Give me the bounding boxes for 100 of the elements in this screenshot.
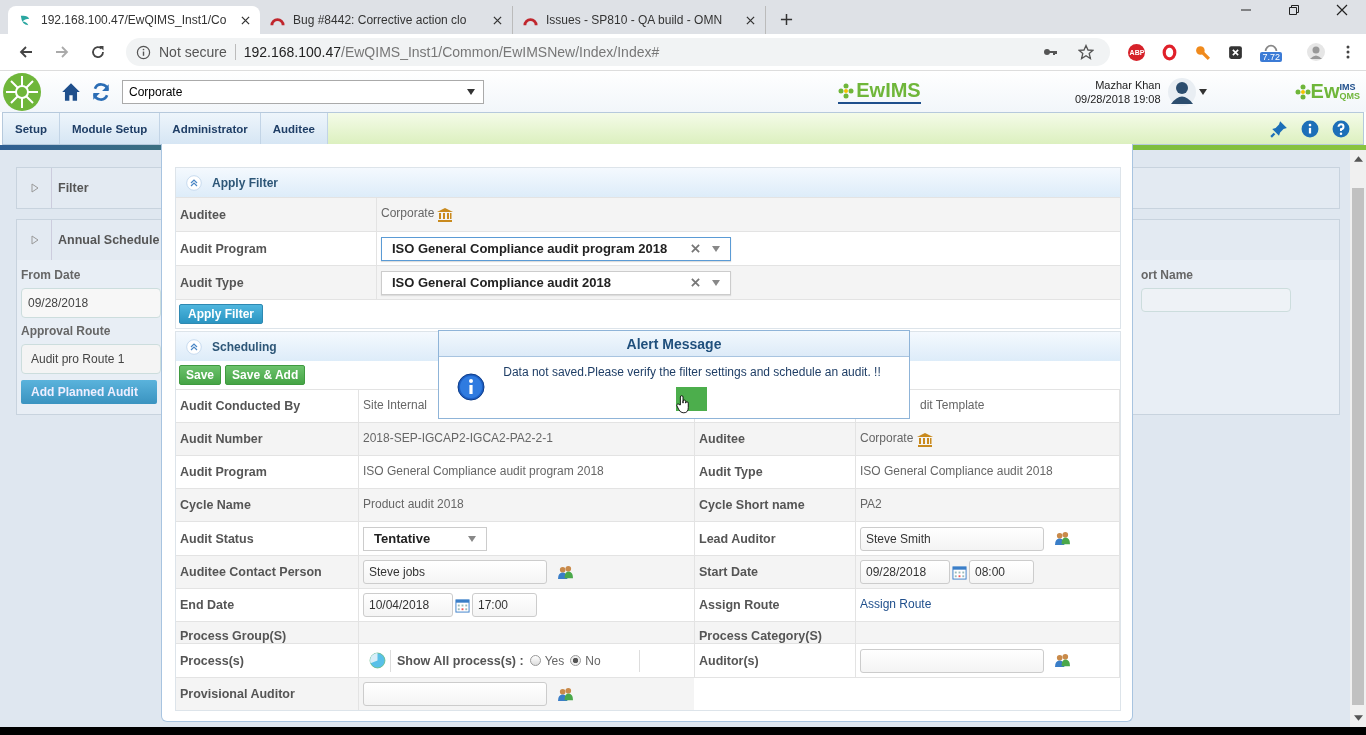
menu-item[interactable]: Administrator bbox=[160, 113, 261, 144]
field-label: Assign Route bbox=[699, 598, 780, 612]
people-icon[interactable] bbox=[1054, 531, 1071, 546]
combo-box[interactable]: ISO General Compliance audit program 2018 bbox=[381, 236, 731, 261]
close-icon[interactable] bbox=[493, 15, 502, 25]
collapse-icon[interactable] bbox=[186, 174, 202, 191]
combo-box[interactable]: ISO General Compliance audit 2018 bbox=[381, 270, 731, 295]
tab-title: Bug #8442: Corrective action clo bbox=[293, 13, 468, 27]
refresh-icon[interactable] bbox=[90, 80, 112, 103]
panel-title: Filter bbox=[51, 168, 89, 208]
field-value: ISO General Compliance audit 2018 bbox=[860, 464, 1053, 478]
people-icon[interactable] bbox=[557, 686, 574, 702]
calendar-icon[interactable] bbox=[952, 564, 967, 580]
restore-icon[interactable] bbox=[1288, 4, 1300, 16]
tab-title: 192.168.100.47/EwQIMS_Inst1/Co bbox=[41, 13, 228, 27]
field-value: Corporate bbox=[381, 206, 435, 220]
close-icon[interactable] bbox=[241, 15, 250, 25]
menu-item[interactable]: Setup bbox=[3, 113, 60, 144]
field-label: Provisional Auditor bbox=[180, 687, 295, 701]
time-field[interactable]: 08:00 bbox=[969, 560, 1034, 584]
caret-icon bbox=[712, 245, 720, 252]
menu-item[interactable]: Auditee bbox=[260, 113, 328, 144]
menu-icon[interactable] bbox=[1346, 44, 1350, 60]
field-value: PA2 bbox=[860, 497, 882, 511]
scrollbar[interactable] bbox=[1350, 150, 1366, 727]
extension-badge: 7.72 bbox=[1260, 51, 1282, 62]
text-field[interactable] bbox=[860, 648, 1044, 673]
field-value: Site Internal bbox=[363, 398, 428, 412]
text-field[interactable] bbox=[363, 682, 547, 706]
radio-caption: Show All process(s) : bbox=[397, 653, 524, 668]
info-icon bbox=[457, 373, 485, 401]
square-x-icon[interactable] bbox=[1227, 43, 1245, 61]
field-label: Audit Program bbox=[180, 241, 267, 256]
collapse-icon[interactable] bbox=[186, 338, 202, 355]
alert-title: Alert Message bbox=[626, 335, 722, 352]
assign-route-link[interactable]: Assign Route bbox=[860, 597, 932, 611]
logo-text: EwIMS bbox=[856, 79, 921, 102]
field-label: Cycle Short name bbox=[699, 498, 805, 512]
radio-button[interactable] bbox=[570, 655, 582, 666]
help-icon[interactable] bbox=[1332, 119, 1350, 138]
text-field[interactable] bbox=[1141, 288, 1291, 312]
close-icon[interactable] bbox=[1336, 4, 1348, 16]
status-select[interactable]: Tentative bbox=[363, 526, 487, 551]
sunburst-logo-icon[interactable] bbox=[2, 71, 42, 112]
address-bar[interactable]: Not secure 192.168.100.47/EwQIMS_Inst1/Common/EwIMSNew/Index/Index# bbox=[126, 38, 1111, 66]
security-label: Not secure bbox=[159, 44, 227, 60]
field-label: Auditee Contact Person bbox=[180, 565, 322, 579]
people-icon[interactable] bbox=[1054, 653, 1071, 668]
field-label: From Date bbox=[21, 268, 82, 282]
tab-title: Issues - SP810 - QA build - OMN bbox=[546, 13, 724, 27]
scrollbar-thumb[interactable] bbox=[1352, 188, 1364, 705]
route-select[interactable]: Audit pro Route 1 bbox=[21, 344, 161, 374]
building-icon bbox=[917, 433, 934, 447]
back-arrow-icon[interactable] bbox=[18, 44, 34, 60]
pin-icon[interactable] bbox=[1270, 119, 1288, 138]
time-field[interactable]: 17:00 bbox=[472, 593, 537, 617]
star-icon[interactable] bbox=[1078, 44, 1095, 60]
speed-extension[interactable]: 7.72 bbox=[1260, 42, 1282, 62]
caret-icon bbox=[712, 279, 720, 286]
clear-icon[interactable] bbox=[691, 278, 700, 287]
reload-icon[interactable] bbox=[90, 44, 106, 60]
field-label: Process Group(S) bbox=[180, 629, 287, 643]
clear-icon[interactable] bbox=[691, 244, 700, 253]
date-field[interactable]: 10/04/2018 bbox=[363, 593, 453, 617]
profile-avatar-icon[interactable] bbox=[1306, 42, 1326, 62]
caret-icon bbox=[467, 88, 475, 95]
radio-label: Yes bbox=[544, 653, 565, 668]
site-select[interactable]: Corporate bbox=[122, 79, 484, 104]
radio-label: No bbox=[585, 653, 601, 668]
date-field[interactable]: 09/28/2018 bbox=[21, 288, 161, 318]
text-field[interactable]: Steve Smith bbox=[860, 526, 1044, 551]
alert-message: Data not saved.Please verify the filter settings and schedule an audit. !! bbox=[503, 365, 881, 379]
close-icon[interactable] bbox=[746, 15, 755, 25]
text-field[interactable]: Steve jobs bbox=[363, 560, 547, 584]
section-title: Apply Filter bbox=[212, 175, 278, 190]
field-label: End Date bbox=[180, 598, 235, 612]
ring-icon[interactable] bbox=[1161, 43, 1179, 61]
calendar-icon[interactable] bbox=[455, 597, 470, 613]
radio-button[interactable] bbox=[529, 655, 541, 666]
info-icon[interactable] bbox=[1301, 119, 1319, 138]
flower-icon bbox=[1294, 83, 1311, 100]
user-silhouette-icon[interactable] bbox=[1166, 76, 1197, 107]
menu-item[interactable]: Module Setup bbox=[59, 113, 161, 144]
browser-tab[interactable]: 192.168.100.47/EwQIMS_Inst1/Co bbox=[8, 6, 260, 34]
caret-icon[interactable] bbox=[1198, 88, 1207, 95]
field-label: Process(s) bbox=[180, 653, 244, 668]
section-title: Scheduling bbox=[212, 339, 277, 354]
field-label: Audit Type bbox=[180, 275, 244, 290]
building-icon bbox=[437, 208, 454, 222]
people-icon[interactable] bbox=[557, 564, 574, 580]
info-icon bbox=[136, 44, 151, 60]
plus-icon[interactable] bbox=[780, 13, 793, 26]
select-value: Corporate bbox=[129, 84, 183, 99]
date-field[interactable]: 09/28/2018 bbox=[860, 560, 950, 584]
down-arrow-icon[interactable] bbox=[1353, 715, 1363, 721]
field-value: Product audit 2018 bbox=[363, 497, 464, 511]
field-label: Process Category(S) bbox=[699, 629, 822, 643]
hand-cursor-icon bbox=[676, 394, 690, 414]
up-arrow-icon[interactable] bbox=[1353, 156, 1363, 162]
login-datetime: 09/28/2018 19:08 bbox=[1074, 91, 1161, 106]
